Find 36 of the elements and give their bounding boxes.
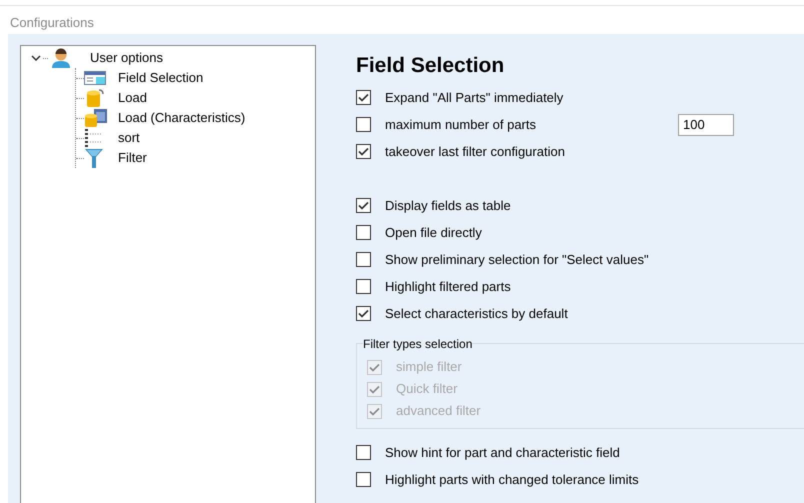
checkbox[interactable]	[356, 144, 371, 159]
number-field[interactable]: 100	[678, 114, 734, 136]
checkbox[interactable]	[356, 117, 371, 132]
checkbox[interactable]	[356, 279, 371, 294]
database-table-icon	[84, 108, 108, 128]
checkbox-label: Display fields as table	[385, 196, 511, 215]
checkbox-label: Highlight parts with changed tolerance limits	[385, 470, 639, 489]
checkbox-label: Open file directly	[385, 224, 482, 242]
tree-item[interactable]: Load	[118, 88, 147, 108]
tree-view[interactable]: User options Field Selection Load Load (Characteristics) sort Filter	[20, 45, 316, 503]
tree-item[interactable]: Field Selection	[118, 68, 204, 88]
tree-item[interactable]: sort	[118, 128, 140, 148]
checkbox[interactable]	[356, 252, 371, 267]
checkbox-label: takeover last filter configuration	[385, 142, 565, 161]
checkbox-label: simple filter	[396, 358, 462, 376]
checkbox-label: Show preliminary selection for "Select values"	[385, 250, 649, 269]
checkbox[interactable]	[356, 90, 371, 105]
checkbox-label: Quick filter	[396, 380, 458, 398]
checkbox-label: maximum number of parts	[385, 116, 536, 134]
tree-item[interactable]: User options	[90, 48, 163, 68]
checkbox-label: Highlight filtered parts	[385, 278, 511, 296]
tree-item[interactable]: Filter	[118, 148, 147, 168]
section-title: Configurations	[10, 15, 94, 30]
checkbox-label: Select characteristics by default	[385, 304, 568, 323]
checkbox[interactable]	[356, 472, 371, 487]
checkbox[interactable]	[356, 445, 371, 460]
checkbox-label: advanced filter	[396, 402, 481, 420]
checkbox[interactable]	[356, 306, 371, 321]
tree-item[interactable]: Load (Characteristics)	[118, 108, 246, 128]
page-title: Field Selection	[356, 53, 506, 79]
user-icon	[50, 48, 72, 68]
checkbox-label: Expand "All Parts" immediately	[385, 88, 564, 107]
table-icon	[84, 71, 108, 85]
checkbox-label: Show hint for part and characteristic field	[385, 444, 620, 462]
checkbox[interactable]	[356, 225, 371, 240]
checkbox[interactable]	[356, 198, 371, 213]
